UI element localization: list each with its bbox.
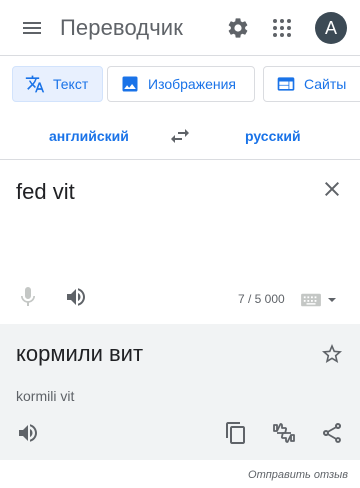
translate-icon [25,75,45,93]
app-title: Переводчик [60,15,183,40]
close-icon [325,182,339,196]
share-button[interactable] [320,421,344,445]
settings-button[interactable] [218,8,258,48]
tab-text[interactable]: Текст [12,66,103,102]
tab-sites[interactable]: Сайты [263,66,360,102]
swap-icon [171,129,189,143]
star-icon [322,344,342,363]
speaker-icon [19,424,37,442]
thumbs-up-down-icon [273,423,295,443]
image-icon [122,76,138,92]
send-feedback-link[interactable]: Отправить отзыв [248,469,348,481]
keyboard-selector[interactable] [300,288,348,312]
listen-translation-button[interactable] [16,421,40,445]
app-header: Переводчик A [0,0,360,56]
speaker-icon [67,288,85,306]
mode-tabs: Текст Изображения Сайты [0,56,360,112]
account-avatar[interactable]: A [315,12,347,44]
source-panel: fed vit 7 / 5 000 [0,161,360,324]
tab-images[interactable]: Изображения [107,66,255,102]
language-bar: английский русский [0,112,360,160]
save-translation-button[interactable] [320,342,344,366]
share-icon [322,422,342,443]
tab-sites-label: Сайты [304,76,347,92]
chevron-down-icon [328,298,336,302]
gear-icon [228,18,248,38]
microphone-icon [21,287,35,306]
target-language-button[interactable]: русский [245,128,301,144]
keyboard-icon [301,293,321,307]
result-panel: кормили вит kormili vit [0,324,360,460]
website-icon [277,77,295,91]
apps-grid-icon [273,19,291,37]
copy-translation-button[interactable] [224,421,248,445]
copy-icon [226,422,245,444]
source-language-button[interactable]: английский [49,128,129,144]
tab-images-label: Изображения [148,76,236,92]
tab-text-label: Текст [53,76,89,92]
translation-text: кормили вит [16,341,144,366]
menu-icon [23,22,41,34]
transliteration-text: kormili vit [16,388,75,404]
menu-button[interactable] [12,8,52,48]
voice-input-button[interactable] [16,285,40,309]
character-counter: 7 / 5 000 [238,292,285,306]
listen-source-button[interactable] [64,285,88,309]
source-text-input[interactable]: fed vit [16,179,75,205]
apps-button[interactable] [262,8,302,48]
clear-button[interactable] [318,175,346,203]
rate-translation-button[interactable] [272,421,296,445]
swap-languages-button[interactable] [162,118,198,154]
